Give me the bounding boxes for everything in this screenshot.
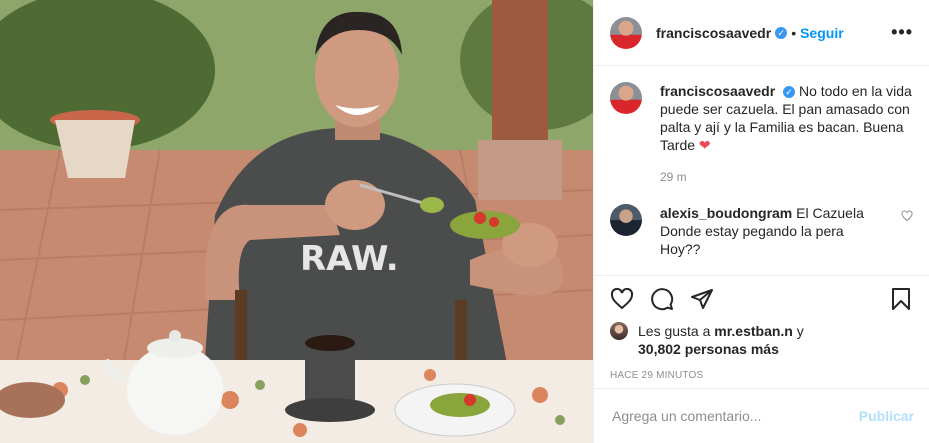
author-block: franciscosaavedr ✓ • Seguir bbox=[656, 25, 844, 41]
bookmark-icon[interactable] bbox=[889, 287, 913, 311]
comment-text-block: alexis_boudongram El Cazuela Donde estay… bbox=[660, 204, 880, 258]
caption-author-avatar[interactable] bbox=[610, 82, 642, 114]
caption-time[interactable]: 29 m bbox=[660, 170, 913, 184]
heart-emoji: ❤ bbox=[698, 137, 711, 153]
likes-count[interactable]: 30,802 personas más bbox=[638, 341, 779, 357]
heart-icon[interactable] bbox=[610, 287, 634, 311]
verified-icon: ✓ bbox=[775, 26, 788, 39]
likes-text: Les gusta a mr.estban.n y 30,802 persona… bbox=[638, 322, 804, 358]
comment-item: alexis_boudongram El Cazuela Donde estay… bbox=[610, 204, 913, 258]
caption: franciscosaavedr ✓ No todo en la vida pu… bbox=[610, 82, 913, 154]
likes-prefix: Les gusta a bbox=[638, 323, 711, 339]
author-avatar[interactable] bbox=[610, 16, 642, 49]
post-header: franciscosaavedr ✓ • Seguir ••• bbox=[594, 0, 929, 66]
follow-button[interactable]: Seguir bbox=[800, 25, 844, 41]
post-timestamp[interactable]: HACE 29 MINUTOS bbox=[594, 358, 929, 381]
likes-summary: Les gusta a mr.estban.n y 30,802 persona… bbox=[594, 322, 929, 358]
comment-username[interactable]: alexis_boudongram bbox=[660, 205, 792, 221]
instagram-post: RAW. franciscosaavedr ✓ • Seguir ••• fra… bbox=[0, 0, 929, 443]
comment-icon[interactable] bbox=[650, 287, 674, 311]
action-bar bbox=[594, 276, 929, 322]
comment-like-icon[interactable] bbox=[901, 204, 913, 258]
comment-input[interactable] bbox=[610, 407, 859, 425]
publish-button[interactable]: Publicar bbox=[859, 408, 914, 424]
verified-icon: ✓ bbox=[783, 86, 796, 99]
likes-conj: y bbox=[796, 323, 804, 339]
photo-illustration: RAW. bbox=[0, 0, 593, 443]
liker-username[interactable]: mr.estban.n bbox=[714, 323, 793, 339]
caption-author[interactable]: franciscosaavedr bbox=[660, 83, 775, 99]
post-side-panel: franciscosaavedr ✓ • Seguir ••• francisc… bbox=[593, 0, 929, 443]
comment-bar: Publicar bbox=[594, 388, 929, 443]
caption-text-block: franciscosaavedr ✓ No todo en la vida pu… bbox=[660, 82, 913, 154]
author-username[interactable]: franciscosaavedr bbox=[656, 25, 771, 41]
separator-dot: • bbox=[791, 24, 797, 41]
svg-text:RAW.: RAW. bbox=[300, 239, 399, 279]
more-icon[interactable]: ••• bbox=[891, 22, 913, 43]
liker-avatar[interactable] bbox=[610, 322, 628, 340]
share-icon[interactable] bbox=[690, 287, 714, 311]
comments-section: franciscosaavedr ✓ No todo en la vida pu… bbox=[594, 66, 929, 276]
post-photo[interactable]: RAW. bbox=[0, 0, 593, 443]
commenter-avatar[interactable] bbox=[610, 204, 642, 236]
